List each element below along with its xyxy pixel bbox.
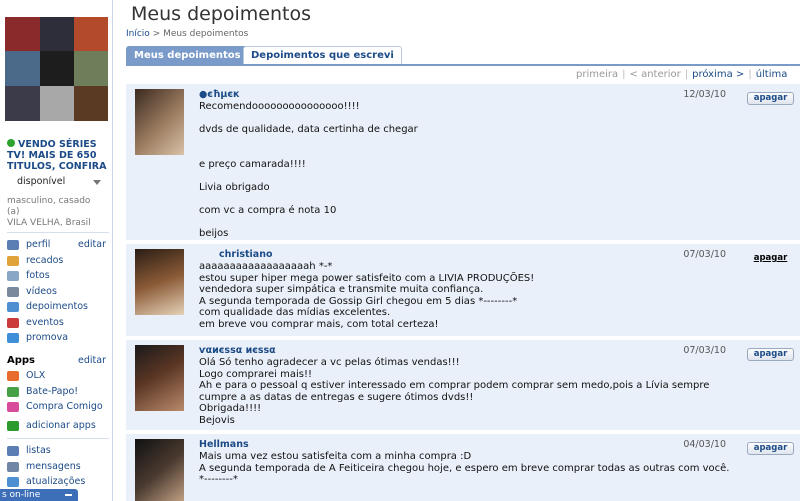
testimonial-date: 07/03/10 <box>683 249 726 260</box>
shop-icon <box>7 402 19 412</box>
pager-last[interactable]: última <box>756 69 788 80</box>
sidebar-item-compra-comigo[interactable]: Compra Comigo <box>7 399 111 415</box>
apps-menu: OLX Bate-Papo! Compra Comigo adicionar a… <box>7 368 111 433</box>
sidebar-item-bate-papo[interactable]: Bate-Papo! <box>7 384 111 400</box>
status-select[interactable]: disponível <box>7 176 104 190</box>
sidebar-item-perfil[interactable]: perfil editar <box>7 237 111 253</box>
pagination: primeira | < anterior | próxima > | última <box>576 69 788 80</box>
chevron-down-icon <box>93 180 101 185</box>
testimonial-author[interactable]: christiano <box>219 249 273 260</box>
testimonial-item: christiano 07/03/10 apagar aaaaaaaaaaaaa… <box>126 244 800 338</box>
testimonial-body: aaaaaaaaaaaaaaaaaah *-* estou super hipe… <box>199 261 535 330</box>
lists-icon <box>7 446 19 456</box>
delete-button[interactable]: apagar <box>747 442 794 455</box>
testimonial-body: Mais uma vez estou satisfeita com a minh… <box>199 451 733 485</box>
breadcrumb-home-link[interactable]: Início <box>126 29 150 39</box>
sidebar-item-videos[interactable]: vídeos <box>7 284 111 300</box>
avatar[interactable] <box>135 345 184 411</box>
left-sidebar: VENDO SÉRIES TV! MAIS DE 650 TITULOS, CO… <box>0 0 113 501</box>
testimonial-author[interactable]: ●єħμєк <box>199 89 240 100</box>
testimonial-date: 04/03/10 <box>683 439 726 450</box>
olx-icon <box>7 371 19 381</box>
testimonial-author[interactable]: Hellmans <box>199 439 249 450</box>
profile-menu: perfil editar recados fotos vídeos depoim… <box>7 237 111 346</box>
updates-icon <box>7 477 19 487</box>
online-friends-bar[interactable]: s on-line <box>0 489 78 501</box>
profile-name[interactable]: VENDO SÉRIES TV! MAIS DE 650 TITULOS, CO… <box>7 139 110 172</box>
lower-menu: listas mensagens atualizações <box>7 443 111 490</box>
avatar[interactable] <box>135 89 184 155</box>
pager-first[interactable]: primeira <box>576 69 618 80</box>
main-content: Meus depoimentos Início > Meus depoiment… <box>113 0 800 501</box>
edit-profile-link[interactable]: editar <box>78 237 106 252</box>
profile-photo[interactable] <box>5 17 108 121</box>
videos-icon <box>7 286 19 297</box>
sidebar-item-depoimentos[interactable]: depoimentos <box>7 299 111 315</box>
promote-icon <box>7 333 19 343</box>
sidebar-item-mensagens[interactable]: mensagens <box>7 459 111 475</box>
sidebar-item-fotos[interactable]: fotos <box>7 268 111 284</box>
tab-depoimentos-que-escrevi[interactable]: Depoimentos que escrevi <box>243 46 402 65</box>
testimonial-item: Hellmans 04/03/10 apagar Mais uma vez es… <box>126 434 800 501</box>
delete-button[interactable]: apagar <box>747 92 794 105</box>
testimonial-author[interactable]: ѵαиєѕѕα иєѕѕα <box>199 345 276 356</box>
testimonial-item: ●єħμєк 12/03/10 apagar Recomendooooooooo… <box>126 84 800 242</box>
events-icon <box>7 317 19 328</box>
minimize-icon[interactable] <box>65 494 72 496</box>
divider <box>7 438 109 439</box>
testimonial-date: 12/03/10 <box>683 89 726 100</box>
add-apps-icon <box>7 420 19 431</box>
sidebar-item-adicionar-apps[interactable]: adicionar apps <box>7 418 111 434</box>
pager-next[interactable]: próxima > <box>692 69 744 80</box>
avatar[interactable] <box>135 439 184 501</box>
pager-prev[interactable]: < anterior <box>630 69 681 80</box>
testimonials-icon <box>7 302 19 312</box>
divider <box>7 232 109 233</box>
breadcrumb: Início > Meus depoimentos <box>126 29 249 39</box>
page-title: Meus depoimentos <box>131 3 311 25</box>
profile-info: masculino, casado (a) VILA VELHA, Brasil <box>7 196 91 228</box>
tab-underline <box>126 64 800 66</box>
scraps-icon <box>7 255 19 266</box>
testimonial-date: 07/03/10 <box>683 345 726 356</box>
testimonial-body: Recomendooooooooooooooo!!!! dvds de qual… <box>199 101 418 239</box>
testimonial-item: ѵαиєѕѕα иєѕѕα 07/03/10 apagar Olá Só ten… <box>126 340 800 432</box>
edit-apps-link[interactable]: editar <box>78 355 106 366</box>
delete-button[interactable]: apagar <box>747 252 794 265</box>
sidebar-item-listas[interactable]: listas <box>7 443 111 459</box>
tab-meus-depoimentos[interactable]: Meus depoimentos <box>126 46 249 65</box>
online-status-icon <box>7 139 15 147</box>
sidebar-item-eventos[interactable]: eventos <box>7 315 111 331</box>
sidebar-item-recados[interactable]: recados <box>7 253 111 269</box>
delete-button[interactable]: apagar <box>747 348 794 361</box>
chat-icon <box>7 386 19 397</box>
avatar[interactable] <box>135 249 184 315</box>
photos-icon <box>7 271 19 281</box>
messages-icon <box>7 461 19 472</box>
sidebar-item-promova[interactable]: promova <box>7 330 111 346</box>
sidebar-item-olx[interactable]: OLX <box>7 368 111 384</box>
sidebar-item-atualizacoes[interactable]: atualizações <box>7 474 111 490</box>
testimonial-body: Olá Só tenho agradecer a vc pelas ótimas… <box>199 357 713 426</box>
profile-icon <box>7 240 19 250</box>
apps-heading: Apps editar <box>7 355 106 366</box>
